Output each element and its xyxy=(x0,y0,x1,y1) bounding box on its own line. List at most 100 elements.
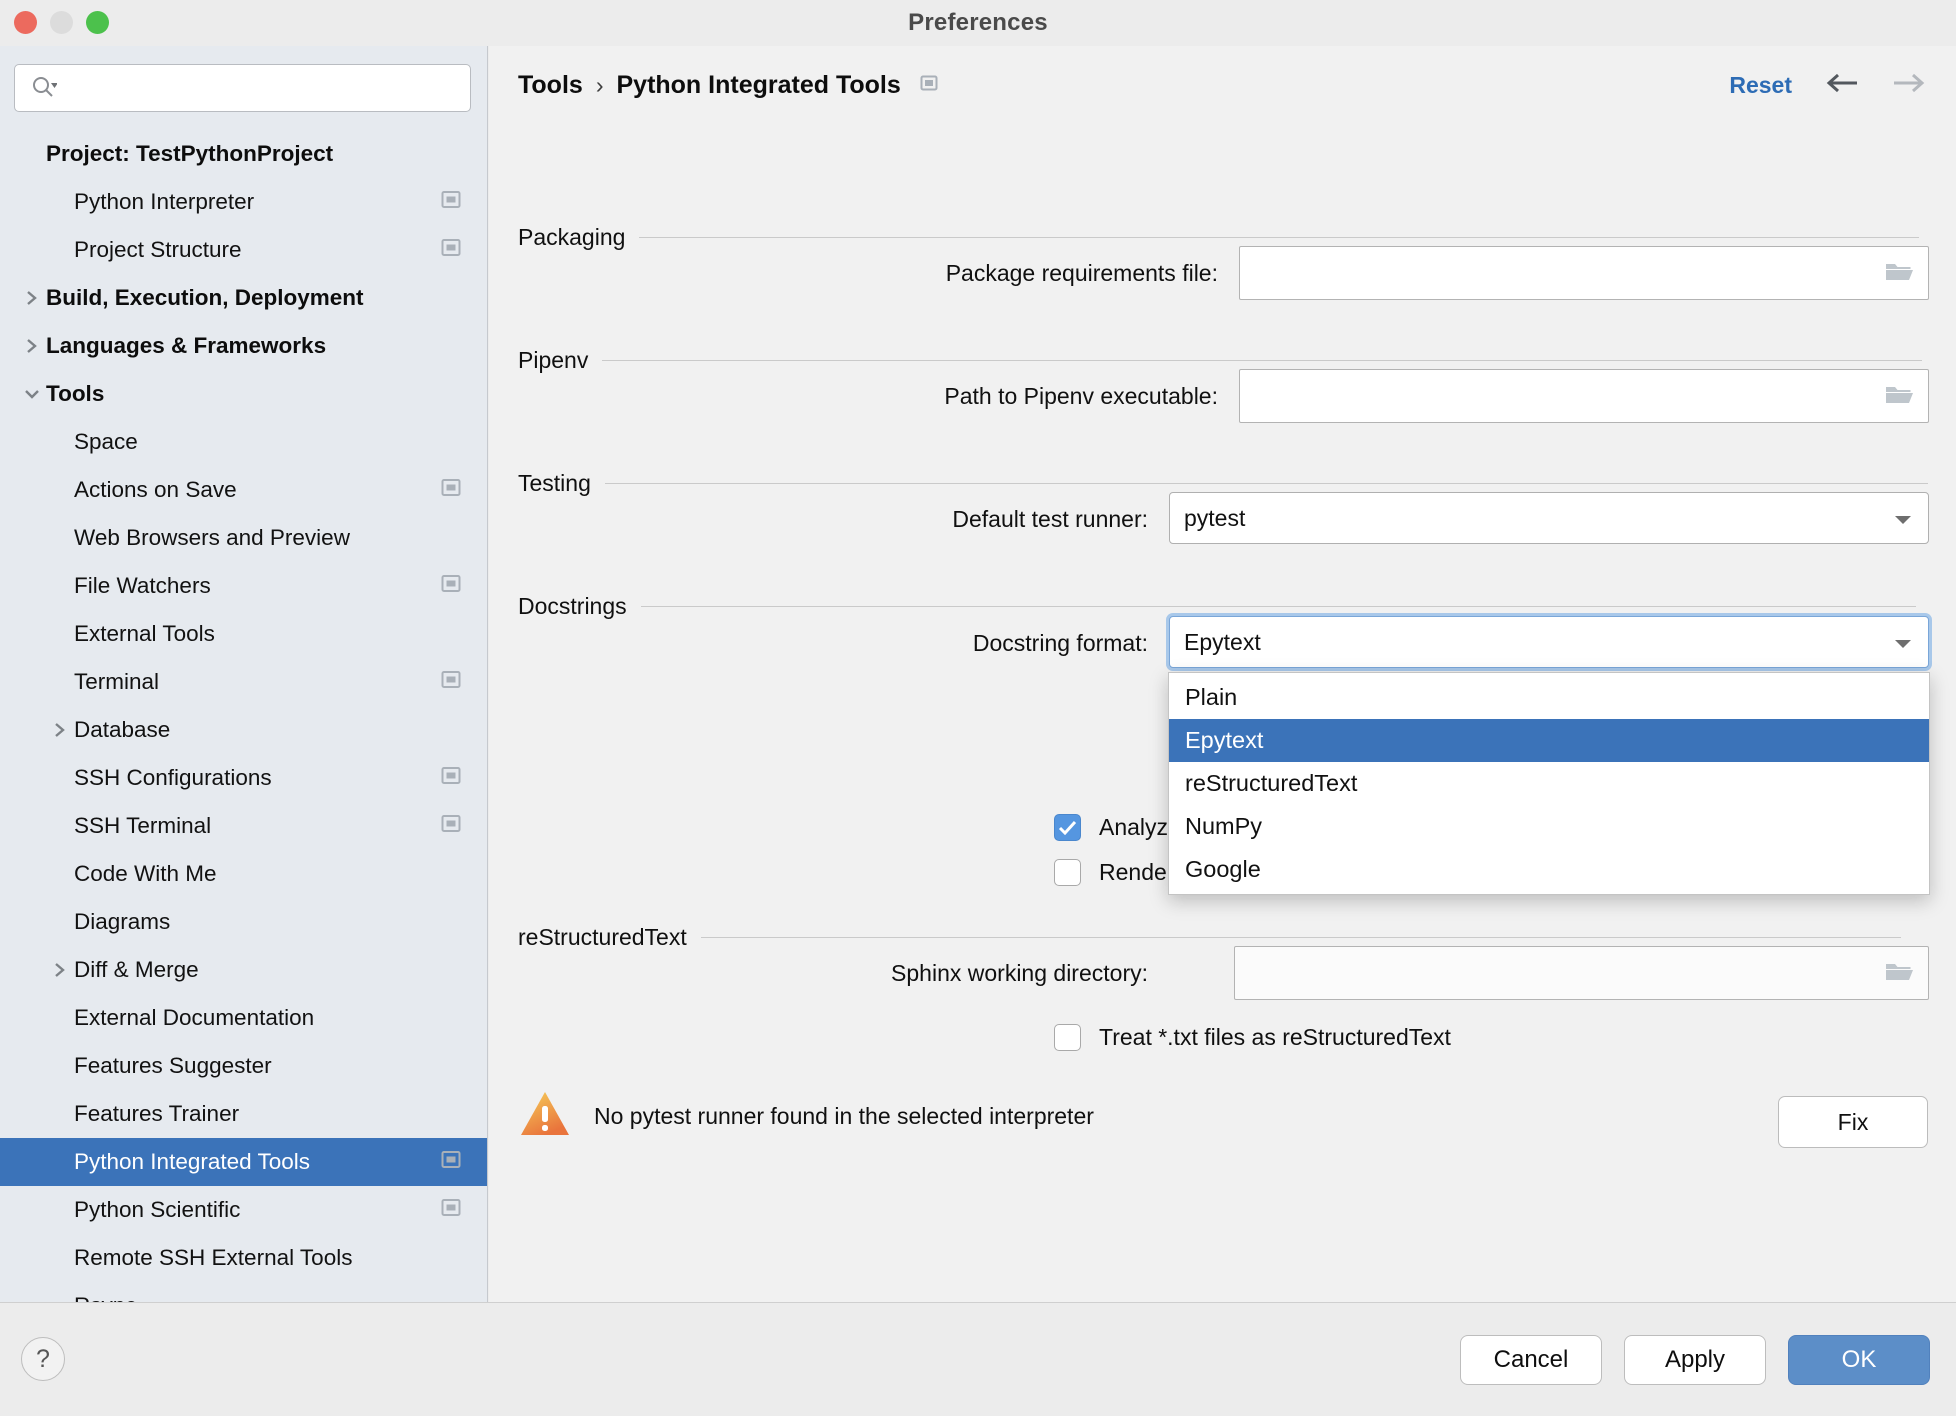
section-divider xyxy=(700,937,1901,938)
package-requirements-label: Package requirements file: xyxy=(945,260,1218,286)
settings-sync-badge-icon[interactable] xyxy=(919,73,939,98)
settings-sync-badge-icon[interactable] xyxy=(441,1151,461,1174)
sidebar-item-features-suggester[interactable]: Features Suggester xyxy=(0,1042,487,1090)
settings-sync-badge-icon[interactable] xyxy=(441,815,461,838)
sidebar-item-features-trainer[interactable]: Features Trainer xyxy=(0,1090,487,1138)
sidebar-item-label: Terminal xyxy=(74,669,160,694)
settings-sync-badge-icon[interactable] xyxy=(441,1199,461,1222)
arrow-left-icon[interactable] xyxy=(1825,71,1859,100)
help-button[interactable]: ? xyxy=(21,1337,65,1381)
sidebar-item-label: Python Interpreter xyxy=(74,189,255,214)
sidebar-item-label: Project: TestPythonProject xyxy=(46,141,334,166)
chevron-right-icon[interactable] xyxy=(18,288,46,308)
folder-icon[interactable] xyxy=(1884,959,1914,988)
sphinx-working-directory-input[interactable] xyxy=(1234,946,1929,1000)
maximize-window-button[interactable] xyxy=(86,11,109,34)
minimize-window-button[interactable] xyxy=(50,11,73,34)
treat-txt-as-rst-checkbox[interactable] xyxy=(1054,1024,1081,1051)
settings-main-panel: Tools › Python Integrated Tools Reset Pa… xyxy=(489,46,1956,1302)
sidebar-item-diagrams[interactable]: Diagrams xyxy=(0,898,487,946)
sidebar-item-file-watchers[interactable]: File Watchers xyxy=(0,562,487,610)
sidebar-item-label: SSH Configurations xyxy=(74,765,272,790)
default-test-runner-label: Default test runner: xyxy=(952,506,1148,532)
ok-button[interactable]: OK xyxy=(1788,1335,1930,1385)
chevron-right-icon[interactable] xyxy=(18,336,46,356)
fix-button[interactable]: Fix xyxy=(1778,1096,1928,1148)
sidebar-item-label: Actions on Save xyxy=(74,477,237,502)
sidebar-item-space[interactable]: Space xyxy=(0,418,487,466)
settings-sync-badge-icon[interactable] xyxy=(441,239,461,262)
treat-txt-as-rst-checkbox-row[interactable]: Treat *.txt files as reStructuredText xyxy=(1054,1024,1451,1051)
folder-icon[interactable] xyxy=(1884,382,1914,411)
sidebar-item-label: Python Scientific xyxy=(74,1197,241,1222)
analyze-docstrings-checkbox[interactable] xyxy=(1054,814,1081,841)
docstring-format-dropdown[interactable]: Plain Epytext reStructuredText NumPy Google xyxy=(1168,672,1930,895)
sidebar-item-terminal[interactable]: Terminal xyxy=(0,658,487,706)
sidebar-item-ssh-terminal[interactable]: SSH Terminal xyxy=(0,802,487,850)
dropdown-option-plain[interactable]: Plain xyxy=(1169,676,1929,719)
arrow-right-icon[interactable] xyxy=(1892,71,1926,100)
dialog-action-buttons: Cancel Apply OK xyxy=(1460,1335,1930,1385)
sidebar-item-external-tools[interactable]: External Tools xyxy=(0,610,487,658)
sidebar-item-project-testpythonproject[interactable]: Project: TestPythonProject xyxy=(0,130,487,178)
apply-button[interactable]: Apply xyxy=(1624,1335,1766,1385)
sidebar-item-label: External Tools xyxy=(74,621,215,646)
sidebar-item-python-integrated-tools[interactable]: Python Integrated Tools xyxy=(0,1138,487,1186)
chevron-down-icon[interactable] xyxy=(18,386,46,402)
sidebar-item-tools[interactable]: Tools xyxy=(0,370,487,418)
sidebar-item-external-documentation[interactable]: External Documentation xyxy=(0,994,487,1042)
folder-icon[interactable] xyxy=(1884,259,1914,288)
dropdown-option-epytext[interactable]: Epytext xyxy=(1169,719,1929,762)
sidebar-item-remote-ssh-external-tools[interactable]: Remote SSH External Tools xyxy=(0,1234,487,1282)
settings-sync-badge-icon[interactable] xyxy=(441,671,461,694)
search-box[interactable] xyxy=(14,64,471,112)
settings-sync-badge-icon[interactable] xyxy=(441,575,461,598)
sidebar-item-rsync[interactable]: Rsync xyxy=(0,1282,487,1302)
settings-sync-badge-icon[interactable] xyxy=(441,191,461,214)
search-input[interactable] xyxy=(65,77,458,99)
sidebar-item-label: Project Structure xyxy=(74,237,242,262)
default-test-runner-select[interactable]: pytest xyxy=(1169,492,1929,544)
close-window-button[interactable] xyxy=(14,11,37,34)
chevron-down-icon[interactable] xyxy=(1892,629,1914,656)
sidebar-item-diff-merge[interactable]: Diff & Merge xyxy=(0,946,487,994)
package-requirements-input[interactable] xyxy=(1239,246,1929,300)
sidebar-item-python-scientific[interactable]: Python Scientific xyxy=(0,1186,487,1234)
docstring-format-select[interactable]: Epytext xyxy=(1169,616,1929,668)
sidebar-item-ssh-configurations[interactable]: SSH Configurations xyxy=(0,754,487,802)
dropdown-option-google[interactable]: Google xyxy=(1169,848,1929,891)
sidebar-item-database[interactable]: Database xyxy=(0,706,487,754)
cancel-button[interactable]: Cancel xyxy=(1460,1335,1602,1385)
sidebar-item-code-with-me[interactable]: Code With Me xyxy=(0,850,487,898)
sidebar-item-project-structure[interactable]: Project Structure xyxy=(0,226,487,274)
sidebar-item-label: Languages & Frameworks xyxy=(46,333,327,358)
section-divider xyxy=(639,237,1920,238)
render-external-docs-checkbox[interactable] xyxy=(1054,859,1081,886)
sidebar-item-label: Rsync xyxy=(74,1293,137,1302)
sidebar-item-label: Features Trainer xyxy=(74,1101,240,1126)
settings-sync-badge-icon[interactable] xyxy=(441,479,461,502)
settings-sync-badge-icon[interactable] xyxy=(441,767,461,790)
sidebar-item-label: File Watchers xyxy=(74,573,211,598)
sidebar-item-label: Features Suggester xyxy=(74,1053,272,1078)
breadcrumb: Tools › Python Integrated Tools Reset xyxy=(489,46,1956,124)
pipenv-path-input[interactable] xyxy=(1239,369,1929,423)
reset-button[interactable]: Reset xyxy=(1729,72,1792,99)
breadcrumb-item-current: Python Integrated Tools xyxy=(616,70,901,99)
section-divider xyxy=(604,483,1928,484)
chevron-right-icon[interactable] xyxy=(46,720,74,740)
chevron-down-icon[interactable] xyxy=(1892,505,1914,532)
settings-tree: Project: TestPythonProject Python Interpr… xyxy=(0,130,487,1302)
traffic-light-buttons xyxy=(14,11,109,34)
dropdown-option-restructuredtext[interactable]: reStructuredText xyxy=(1169,762,1929,805)
sidebar-item-web-browsers-and-preview[interactable]: Web Browsers and Preview xyxy=(0,514,487,562)
breadcrumb-item-tools[interactable]: Tools xyxy=(518,71,583,100)
dropdown-option-numpy[interactable]: NumPy xyxy=(1169,805,1929,848)
chevron-right-icon[interactable] xyxy=(46,960,74,980)
sidebar-item-python-interpreter[interactable]: Python Interpreter xyxy=(0,178,487,226)
sidebar-item-languages-frameworks[interactable]: Languages & Frameworks xyxy=(0,322,487,370)
sidebar-item-label: Code With Me xyxy=(74,861,217,886)
sidebar-item-actions-on-save[interactable]: Actions on Save xyxy=(0,466,487,514)
sidebar-item-build-execution-deployment[interactable]: Build, Execution, Deployment xyxy=(0,274,487,322)
dialog-footer: ? Cancel Apply OK xyxy=(0,1302,1956,1416)
